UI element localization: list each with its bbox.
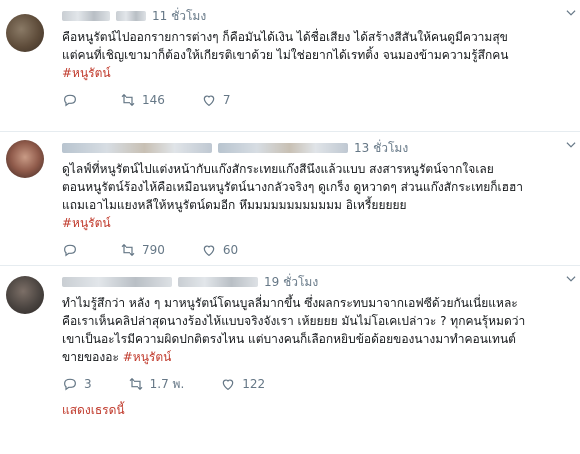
- tweet-content: 19 ชั่วโมง ทำไมรู้สึกว่า หลัง ๆ มาหนูรัต…: [62, 272, 570, 394]
- chevron-down-icon[interactable]: [564, 272, 578, 286]
- tweet[interactable]: 11 ชั่วโมง คือหนูรัตน์ไปออกรายการต่างๆ ก…: [0, 0, 580, 132]
- tweet-actions: 3 1.7 พ. 122: [62, 374, 570, 394]
- tweet-actions: 790 60: [62, 240, 570, 260]
- obscured-display-name[interactable]: [62, 277, 172, 287]
- retweet-button[interactable]: 1.7 พ.: [128, 375, 185, 394]
- chevron-down-icon[interactable]: [564, 6, 578, 20]
- hashtag-link[interactable]: #หนูรัตน์: [62, 214, 570, 232]
- tweet-text-line: แต่คนที่เชิญเขามาก็ต้องให้เกียรติเขาด้วย…: [62, 48, 509, 62]
- obscured-username[interactable]: [218, 143, 348, 153]
- tweet-timestamp[interactable]: 11 ชั่วโมง: [152, 7, 206, 26]
- tweet-text: ดูไลฟ์ที่หนูรัตน์ไปแต่งหน้ากับแก๊งสักระเ…: [62, 160, 570, 232]
- reply-button[interactable]: [62, 242, 84, 258]
- reply-icon: [64, 378, 76, 391]
- obscured-display-name[interactable]: [62, 11, 110, 21]
- reply-icon: [64, 94, 76, 107]
- reply-button[interactable]: [62, 92, 84, 108]
- tweet-text-fragment: ขายของอะ: [62, 350, 119, 364]
- tweet-text-line: คือเราเห็นคลิปล่าสุดนางร้องไห้แบบจริงจัง…: [62, 314, 526, 328]
- tweet-text-line: แถมเอาไมแยงหลีให้หนูรัตน์ดมอีก หึมมมมมมม…: [62, 198, 407, 212]
- tweet-header: 13 ชั่วโมง: [62, 138, 570, 158]
- tweet-text: คือหนูรัตน์ไปออกรายการต่างๆ ก็คือมันได้เ…: [62, 28, 570, 82]
- retweet-count: 790: [142, 243, 165, 257]
- tweet-text-line: ขายของอะ #หนูรัตน์: [62, 348, 570, 366]
- show-thread-link[interactable]: แสดงเธรดนี้: [62, 401, 125, 420]
- like-button[interactable]: 60: [201, 242, 238, 258]
- retweet-count: 146: [142, 93, 165, 107]
- tweet-text-line: ทำไมรู้สึกว่า หลัง ๆ มาหนูรัตน์โดนบูลลี่…: [62, 296, 518, 310]
- like-count: 60: [222, 243, 239, 257]
- like-button[interactable]: 122: [220, 376, 265, 392]
- retweet-icon: [121, 93, 135, 107]
- tweet-timestamp[interactable]: 19 ชั่วโมง: [264, 273, 318, 292]
- like-icon: [222, 379, 234, 391]
- tweet-content: 13 ชั่วโมง ดูไลฟ์ที่หนูรัตน์ไปแต่งหน้ากั…: [62, 138, 570, 260]
- tweet-header: 11 ชั่วโมง: [62, 6, 570, 26]
- tweet-actions: 146 7: [62, 90, 570, 110]
- retweet-button[interactable]: 146: [120, 92, 165, 108]
- tweet-text: ทำไมรู้สึกว่า หลัง ๆ มาหนูรัตน์โดนบูลลี่…: [62, 294, 570, 366]
- reply-button[interactable]: 3: [62, 376, 92, 392]
- chevron-down-icon[interactable]: [564, 138, 578, 152]
- tweet-text-line: คือหนูรัตน์ไปออกรายการต่างๆ ก็คือมันได้เ…: [62, 30, 508, 44]
- retweet-icon: [121, 243, 135, 257]
- tweet[interactable]: 19 ชั่วโมง ทำไมรู้สึกว่า หลัง ๆ มาหนูรัต…: [0, 266, 580, 430]
- retweet-icon: [129, 377, 143, 391]
- reply-count: 3: [84, 377, 92, 391]
- like-count: 122: [242, 377, 266, 391]
- avatar[interactable]: [6, 276, 44, 314]
- retweet-button[interactable]: 790: [120, 242, 165, 258]
- tweet-header: 19 ชั่วโมง: [62, 272, 570, 292]
- reply-icon: [64, 244, 76, 257]
- retweet-count: 1.7 พ.: [149, 376, 185, 391]
- like-icon: [203, 245, 215, 257]
- timeline: 11 ชั่วโมง คือหนูรัตน์ไปออกรายการต่างๆ ก…: [0, 0, 580, 454]
- tweet-text-line: ดูไลฟ์ที่หนูรัตน์ไปแต่งหน้ากับแก๊งสักระเ…: [62, 162, 494, 176]
- tweet-timestamp[interactable]: 13 ชั่วโมง: [354, 139, 408, 158]
- tweet[interactable]: 13 ชั่วโมง ดูไลฟ์ที่หนูรัตน์ไปแต่งหน้ากั…: [0, 132, 580, 266]
- like-count: 7: [222, 93, 231, 107]
- tweet-content: 11 ชั่วโมง คือหนูรัตน์ไปออกรายการต่างๆ ก…: [62, 6, 570, 110]
- like-button[interactable]: 7: [201, 92, 231, 108]
- like-icon: [203, 95, 215, 107]
- obscured-username[interactable]: [116, 11, 146, 21]
- avatar[interactable]: [6, 14, 44, 52]
- obscured-display-name[interactable]: [62, 143, 212, 153]
- obscured-username[interactable]: [178, 277, 258, 287]
- tweet-text-line: เขาเป็นอะไรมีความผิดปกติตรงไหน แต่บางคนก…: [62, 332, 516, 346]
- tweet-text-line: ตอนหนูรัตน์ร้องไห้คือเหมือนหนูรัตน์นางกล…: [62, 180, 524, 194]
- hashtag-link[interactable]: #หนูรัตน์: [123, 350, 172, 364]
- hashtag-link[interactable]: #หนูรัตน์: [62, 64, 570, 82]
- avatar[interactable]: [6, 140, 44, 178]
